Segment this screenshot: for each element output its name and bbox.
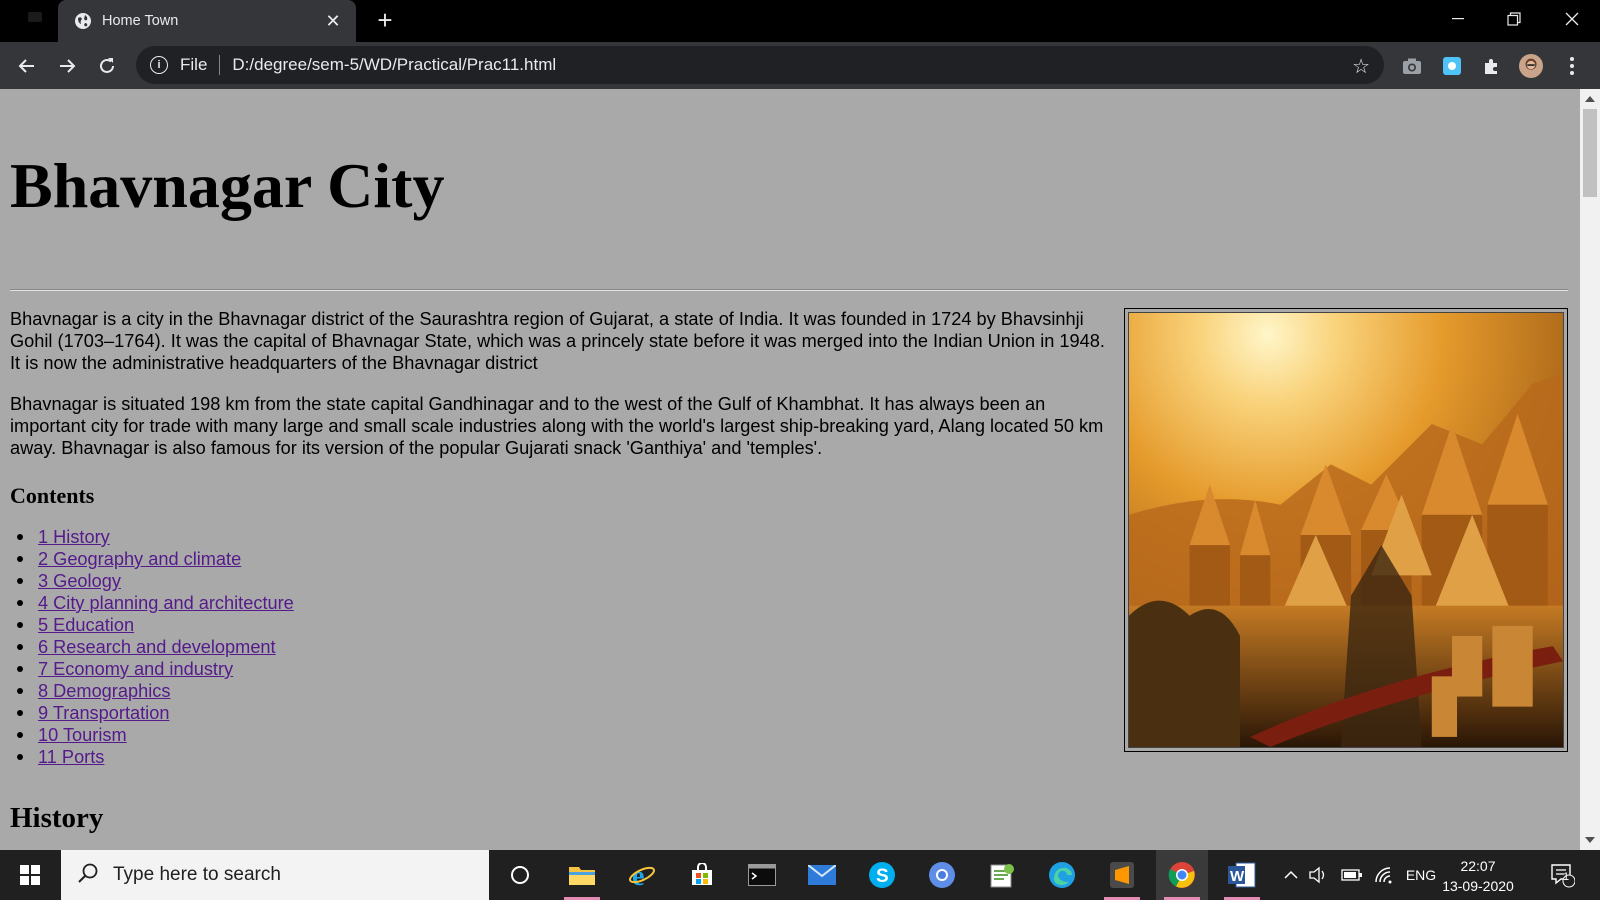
toc-link-history[interactable]: 1 History — [38, 527, 110, 547]
toc-link-education[interactable]: 5 Education — [38, 615, 134, 635]
page-scrollbar[interactable] — [1580, 89, 1600, 850]
close-window-button[interactable] — [1544, 0, 1600, 38]
list-item: 11 Ports — [17, 746, 1110, 768]
history-heading: History — [10, 802, 104, 834]
chromium-icon[interactable] — [916, 850, 968, 900]
location-paragraph: Bhavnagar is situated 198 km from the st… — [10, 394, 1104, 458]
restore-button[interactable] — [1486, 0, 1542, 38]
clock-date: 13-09-2020 — [1442, 878, 1514, 894]
search-placeholder: Type here to search — [113, 864, 281, 885]
skype-icon[interactable]: S — [856, 850, 908, 900]
windows-start-icon[interactable] — [10, 850, 50, 900]
new-tab-button[interactable]: + — [372, 7, 398, 34]
list-item: 6 Research and development — [17, 636, 1110, 658]
toc-link-demographics[interactable]: 8 Demographics — [38, 681, 170, 701]
address-separator — [219, 55, 221, 75]
list-item: 5 Education — [17, 614, 1110, 636]
page-title: Bhavnagar City — [10, 150, 445, 221]
horizontal-rule — [10, 289, 1568, 291]
browser-tab[interactable]: Home Town ✕ — [58, 0, 356, 42]
toc-link-economy[interactable]: 7 Economy and industry — [38, 659, 233, 679]
scroll-up-arrow-icon[interactable] — [1585, 96, 1595, 102]
chrome-icon[interactable] — [1156, 850, 1208, 900]
volume-icon[interactable] — [1307, 850, 1331, 900]
scroll-thumb[interactable] — [1583, 109, 1597, 197]
list-item: 9 Transportation — [17, 702, 1110, 724]
svg-text:W: W — [1230, 868, 1245, 885]
toc-link-geology[interactable]: 3 Geology — [38, 571, 121, 591]
contents-list: 1 History 2 Geography and climate 3 Geol… — [10, 526, 1110, 768]
internet-explorer-icon[interactable]: e — [616, 850, 668, 900]
notification-center-icon[interactable]: 1 — [1544, 850, 1580, 900]
temple-city-image — [1128, 312, 1564, 748]
search-icon — [77, 862, 99, 889]
camera-extension-icon[interactable] — [1400, 54, 1424, 78]
back-arrow-icon[interactable] — [13, 52, 41, 80]
toc-link-research[interactable]: 6 Research and development — [38, 637, 276, 657]
toc-link-city-planning[interactable]: 4 City planning and architecture — [38, 593, 294, 613]
globe-icon — [74, 12, 92, 30]
profile-avatar[interactable] — [1519, 54, 1543, 78]
address-scheme: File — [180, 55, 208, 74]
notepad-plus-icon[interactable] — [976, 850, 1028, 900]
show-hidden-icons-chevron-icon[interactable] — [1280, 850, 1302, 900]
toc-link-ports[interactable]: 11 Ports — [38, 747, 104, 767]
list-item: 4 City planning and architecture — [17, 592, 1110, 614]
battery-icon[interactable] — [1339, 850, 1365, 900]
page-content: Bhavnagar is a city in the Bhavnagar dis… — [10, 308, 1110, 768]
reload-icon[interactable] — [93, 52, 121, 80]
cortana-icon[interactable] — [494, 850, 546, 900]
tab-title: Home Town — [102, 13, 179, 29]
toc-link-tourism[interactable]: 10 Tourism — [38, 725, 127, 745]
list-item: 1 History — [17, 526, 1110, 548]
edge-icon[interactable] — [1036, 850, 1088, 900]
system-clock[interactable]: 22:07 13-09-2020 — [1438, 856, 1518, 896]
sublime-text-icon[interactable] — [1096, 850, 1148, 900]
microsoft-store-icon[interactable] — [676, 850, 728, 900]
screenshot-extension-icon[interactable] — [1440, 54, 1464, 78]
wifi-icon[interactable] — [1371, 850, 1397, 900]
minimize-button[interactable] — [1430, 0, 1486, 38]
close-tab-icon[interactable]: ✕ — [322, 11, 344, 32]
list-item: 2 Geography and climate — [17, 548, 1110, 570]
browser-toolbar: i File D:/degree/sem-5/WD/Practical/Prac… — [0, 42, 1600, 89]
list-item: 8 Demographics — [17, 680, 1110, 702]
page-viewport: Bhavnagar City Bhavnagar is a city in th… — [0, 89, 1580, 850]
scroll-down-arrow-icon[interactable] — [1585, 837, 1595, 843]
city-image-frame — [1124, 308, 1568, 752]
mail-icon[interactable] — [796, 850, 848, 900]
browser-tab-bar: Home Town ✕ + — [0, 0, 1600, 42]
toc-link-geography[interactable]: 2 Geography and climate — [38, 549, 241, 569]
taskbar-search-input[interactable]: Type here to search — [61, 850, 489, 900]
file-explorer-icon[interactable] — [556, 850, 608, 900]
menu-dots-icon[interactable] — [1560, 54, 1584, 78]
windows-taskbar: Type here to search e S W ENG 22:07 13-0… — [0, 850, 1600, 900]
contents-heading: Contents — [10, 483, 95, 508]
svg-text:S: S — [876, 866, 889, 887]
extensions-puzzle-icon[interactable] — [1480, 54, 1504, 78]
list-item: 7 Economy and industry — [17, 658, 1110, 680]
language-indicator[interactable]: ENG — [1403, 850, 1439, 900]
address-url[interactable]: D:/degree/sem-5/WD/Practical/Prac11.html — [232, 55, 556, 75]
tab-search-icon[interactable] — [28, 12, 42, 22]
list-item: 10 Tourism — [17, 724, 1110, 746]
list-item: 3 Geology — [17, 570, 1110, 592]
forward-arrow-icon[interactable] — [53, 52, 81, 80]
info-icon[interactable]: i — [150, 56, 168, 74]
address-bar[interactable]: i File D:/degree/sem-5/WD/Practical/Prac… — [136, 46, 1384, 84]
clock-time: 22:07 — [1460, 858, 1496, 874]
terminal-icon[interactable] — [736, 850, 788, 900]
notification-count: 1 — [1563, 871, 1570, 883]
intro-paragraph: Bhavnagar is a city in the Bhavnagar dis… — [10, 309, 1105, 373]
word-icon[interactable]: W — [1216, 850, 1268, 900]
bookmark-star-icon[interactable]: ☆ — [1352, 54, 1370, 79]
toc-link-transportation[interactable]: 9 Transportation — [38, 703, 169, 723]
